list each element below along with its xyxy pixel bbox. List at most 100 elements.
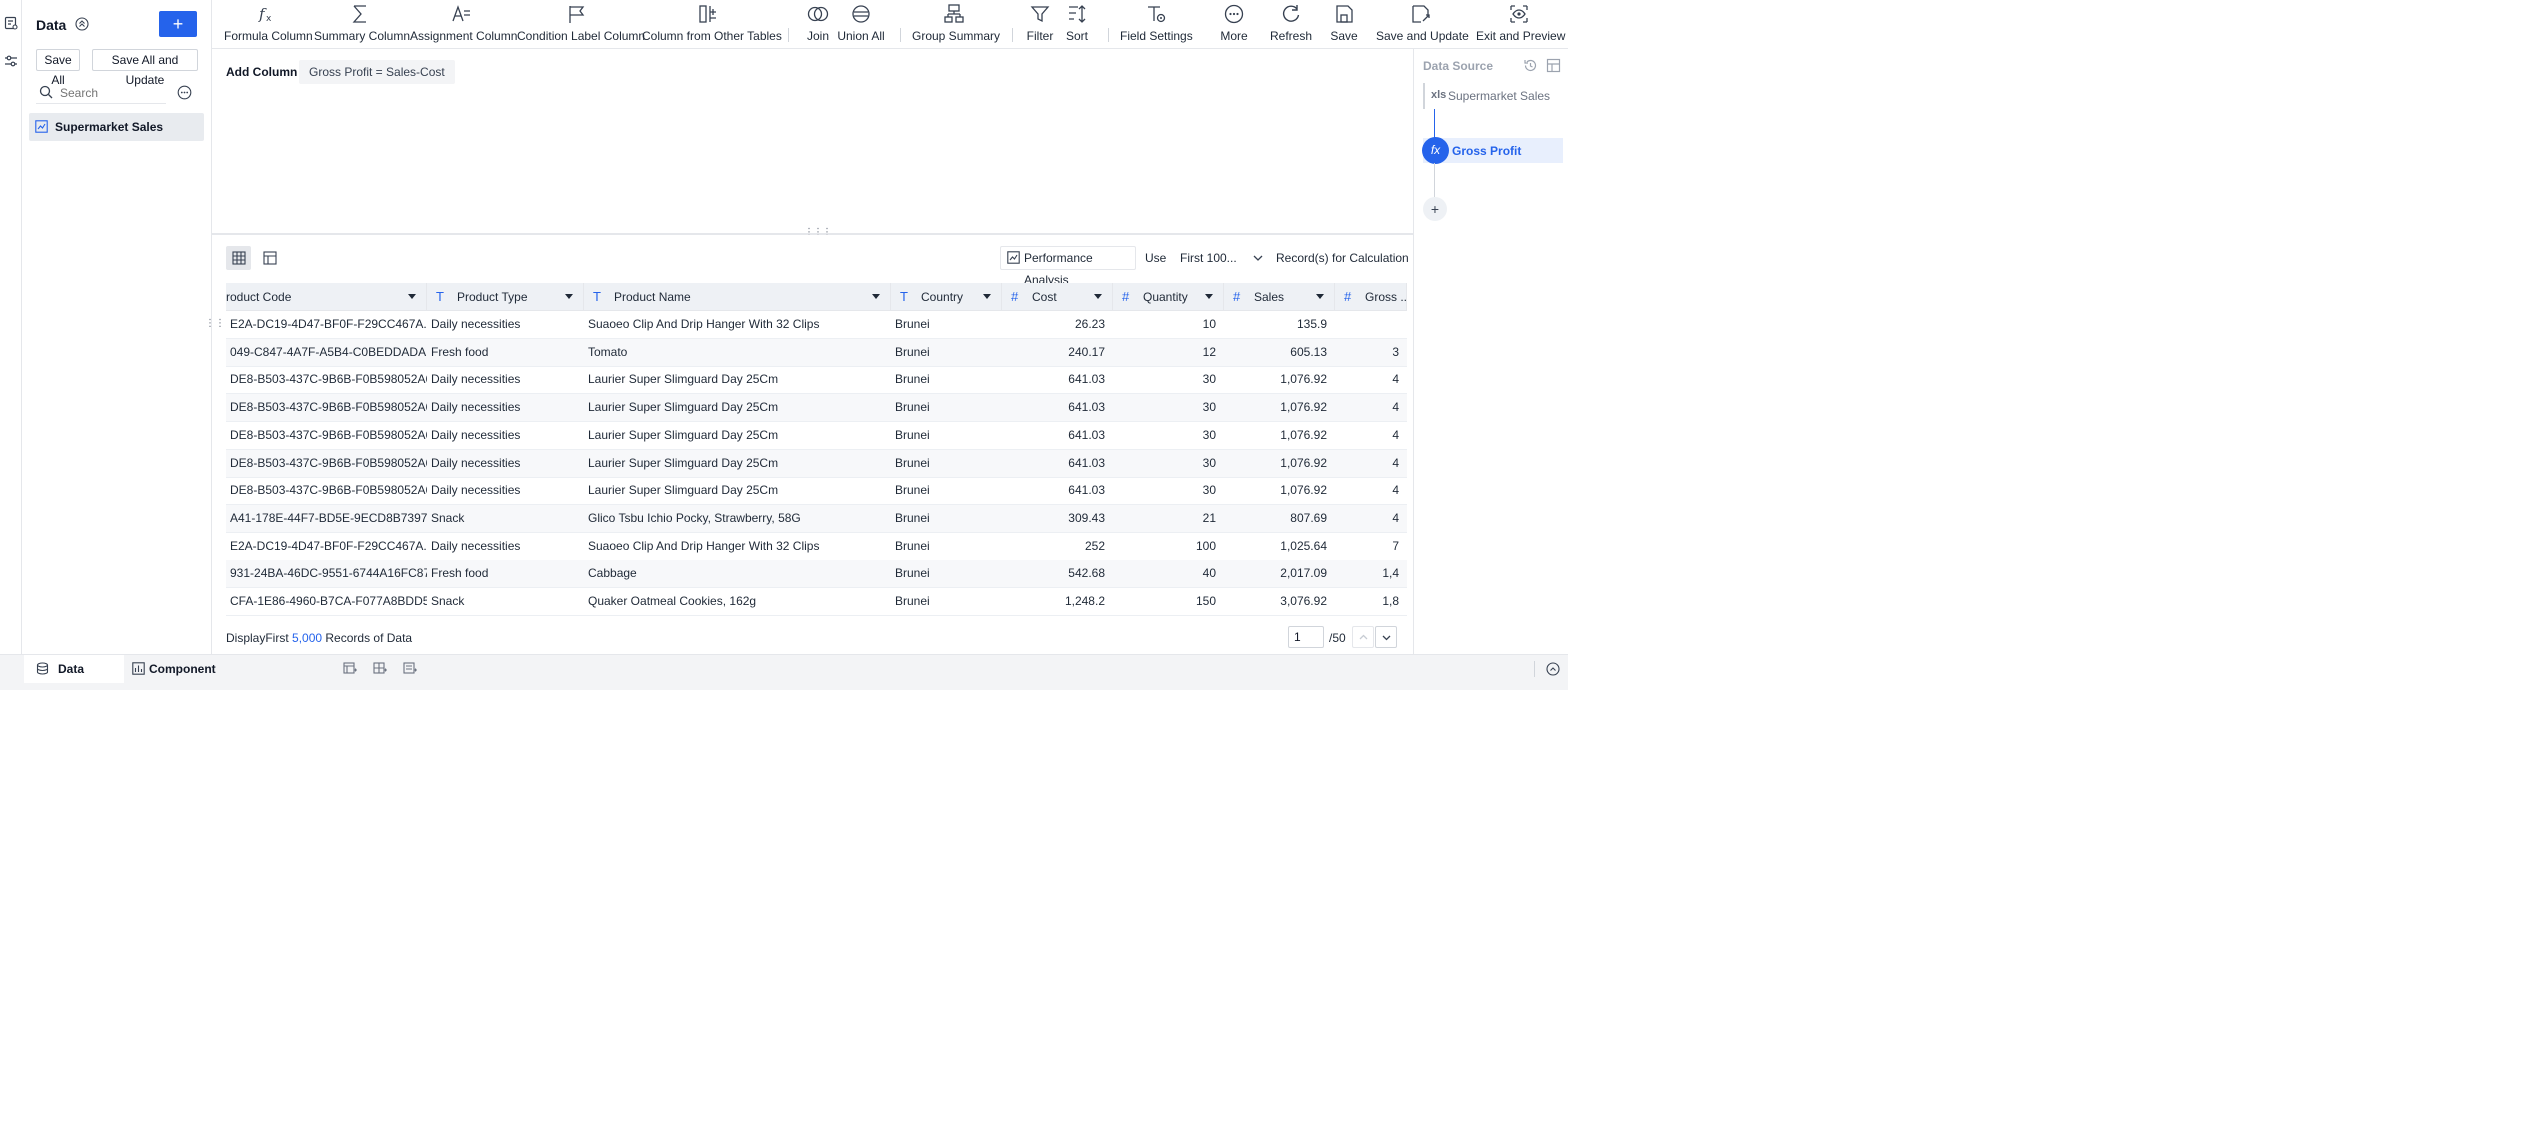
- expand-up-icon[interactable]: [1546, 662, 1560, 676]
- data-source-title: Data Source: [1423, 59, 1494, 73]
- column-header[interactable]: # Gross ...: [1335, 283, 1407, 311]
- table-row[interactable]: 049-C847-4A7F-A5B4-C0BEDDADA... Fresh foo…: [226, 338, 1407, 367]
- formula-icon: fx: [258, 5, 272, 24]
- settings-sliders-icon[interactable]: [2, 52, 20, 70]
- new-table-icon[interactable]: [343, 661, 358, 676]
- refresh-button[interactable]: Refresh: [1268, 0, 1314, 48]
- join-button[interactable]: Join: [802, 0, 834, 48]
- sigma-icon: [352, 5, 366, 23]
- table-row[interactable]: E2A-DC19-4D47-BF0F-F29CC467A... Daily nec…: [226, 311, 1407, 339]
- column-menu-caret-icon[interactable]: [1316, 294, 1324, 300]
- data-prep-icon[interactable]: [2, 14, 20, 32]
- table-cell: 30: [1202, 455, 1216, 470]
- more-options-icon[interactable]: [177, 85, 192, 100]
- table-cell: 21: [1202, 510, 1216, 525]
- field-settings-button[interactable]: Field Settings: [1120, 0, 1193, 48]
- table-row[interactable]: CFA-1E86-4960-B7CA-F077A8BDD5... Snack Qua…: [226, 588, 1407, 616]
- exit-and-preview-button[interactable]: Exit and Preview: [1476, 0, 1565, 48]
- history-icon[interactable]: [1523, 58, 1538, 73]
- column-menu-caret-icon[interactable]: [408, 294, 416, 300]
- table-row[interactable]: 931-24BA-46DC-9551-6744A16FC87B Fresh foo…: [226, 560, 1407, 589]
- next-page-button[interactable]: [1375, 626, 1397, 648]
- step-node-gross-profit[interactable]: fx Gross Profit: [1422, 137, 1563, 164]
- table-row[interactable]: DE8-B503-437C-9B6B-F0B598052A65 Daily nec…: [226, 449, 1407, 478]
- column-menu-caret-icon[interactable]: [1094, 294, 1102, 300]
- add-table-button[interactable]: +: [159, 11, 197, 37]
- search-icon: [39, 85, 53, 99]
- sort-icon: [1069, 5, 1086, 23]
- filter-button[interactable]: Filter: [1024, 0, 1056, 48]
- more-button[interactable]: More: [1216, 0, 1252, 48]
- join-icon: [807, 6, 829, 22]
- table-row[interactable]: DE8-B503-437C-9B6B-F0B598052A65 Daily nec…: [226, 394, 1407, 423]
- save-all-button[interactable]: Save All: [36, 49, 80, 87]
- table-row[interactable]: DE8-B503-437C-9B6B-F0B598052A65 Daily nec…: [226, 422, 1407, 450]
- column-menu-caret-icon[interactable]: [983, 294, 991, 300]
- table-cell: 4: [1392, 510, 1399, 525]
- table-cell: DE8-B503-437C-9B6B-F0B598052A65: [230, 427, 427, 442]
- performance-analysis-button[interactable]: Performance Analysis: [1000, 246, 1136, 287]
- table-cell: 40: [1202, 566, 1216, 581]
- summary-column-button[interactable]: Summary Column: [314, 0, 410, 48]
- table-cell: Brunei: [895, 594, 930, 608]
- column-header[interactable]: T Product Type: [427, 283, 584, 311]
- tab-component[interactable]: Component: [124, 655, 234, 683]
- column-header[interactable]: # Cost: [1002, 283, 1113, 311]
- record-count-select[interactable]: First 100...: [1174, 246, 1268, 270]
- union-all-button[interactable]: Union All: [836, 0, 886, 48]
- save-and-update-button[interactable]: Save and Update: [1376, 0, 1469, 48]
- column-menu-caret-icon[interactable]: [1205, 294, 1213, 300]
- table-cell: 542.68: [1068, 566, 1105, 581]
- formula-chip[interactable]: Gross Profit = Sales-Cost: [299, 60, 455, 84]
- add-step-button[interactable]: +: [1423, 197, 1447, 221]
- table-item-supermarket-sales[interactable]: Supermarket Sales: [29, 113, 204, 141]
- table-cell: Daily necessities: [431, 427, 521, 442]
- group-summary-icon: [944, 4, 964, 23]
- assignment-column-button[interactable]: Assignment Column: [410, 0, 517, 48]
- group-summary-button[interactable]: Group Summary: [912, 0, 1000, 48]
- column-header[interactable]: # Sales: [1224, 283, 1335, 311]
- column-header[interactable]: # Quantity: [1113, 283, 1224, 311]
- column-menu-caret-icon[interactable]: [872, 294, 880, 300]
- row-drag-handle-icon[interactable]: ⋮⋮: [205, 318, 225, 329]
- add-dashboard-icon[interactable]: [403, 661, 418, 676]
- add-component-icon[interactable]: [373, 661, 388, 676]
- table-cell: 931-24BA-46DC-9551-6744A16FC87B: [230, 566, 427, 581]
- table-cell: 30: [1202, 400, 1216, 415]
- tab-data[interactable]: Data: [24, 655, 124, 683]
- column-menu-caret-icon[interactable]: [565, 294, 573, 300]
- column-header[interactable]: roduct Code: [226, 283, 427, 311]
- search-input[interactable]: [60, 84, 160, 102]
- table-cell: 605.13: [1290, 344, 1327, 359]
- layout-toggle-icon[interactable]: [1546, 58, 1561, 73]
- prev-page-button[interactable]: [1352, 626, 1374, 648]
- save-all-update-button[interactable]: Save All and Update: [92, 49, 198, 87]
- source-node-supermarket-sales[interactable]: xls Supermarket Sales: [1423, 83, 1563, 109]
- collapse-up-icon[interactable]: [75, 17, 89, 31]
- toolbar-divider: [788, 28, 789, 42]
- layout-view-icon[interactable]: [257, 246, 282, 270]
- save-button[interactable]: Save: [1326, 0, 1362, 48]
- condition-label-column-button[interactable]: Condition Label Column: [517, 0, 645, 48]
- column-header[interactable]: T Product Name: [584, 283, 891, 311]
- table-cell: DE8-B503-437C-9B6B-F0B598052A65: [230, 455, 427, 470]
- table-cell: 4: [1392, 427, 1399, 442]
- display-count[interactable]: 5,000: [292, 631, 322, 645]
- formula-column-button[interactable]: fx Formula Column: [224, 0, 313, 48]
- page-number-input[interactable]: 1: [1288, 626, 1324, 648]
- column-from-other-tables-button[interactable]: Column from Other Tables: [642, 0, 782, 48]
- table-row[interactable]: DE8-B503-437C-9B6B-F0B598052A65 Daily nec…: [226, 366, 1407, 395]
- table-row[interactable]: A41-178E-44F7-BD5E-9ECD8B7397... Snack Gli…: [226, 504, 1407, 533]
- database-icon: [36, 662, 49, 675]
- data-source-panel: Data Source xls Supermarket Sales fx Gro…: [1413, 49, 1568, 654]
- column-header[interactable]: T Country: [891, 283, 1002, 311]
- table-row[interactable]: DE8-B503-437C-9B6B-F0B598052A65 Daily nec…: [226, 477, 1407, 506]
- union-icon: [852, 5, 870, 23]
- table-row[interactable]: E2A-DC19-4D47-BF0F-F29CC467A... Daily nec…: [226, 533, 1407, 561]
- sort-button[interactable]: Sort: [1062, 0, 1092, 48]
- grid-view-icon[interactable]: [226, 246, 251, 270]
- page-total: /50: [1329, 631, 1346, 645]
- table-cell: Laurier Super Slimguard Day 25Cm: [588, 372, 779, 387]
- table-cell: 309.43: [1068, 510, 1105, 525]
- formula-step-icon: fx: [1422, 137, 1449, 164]
